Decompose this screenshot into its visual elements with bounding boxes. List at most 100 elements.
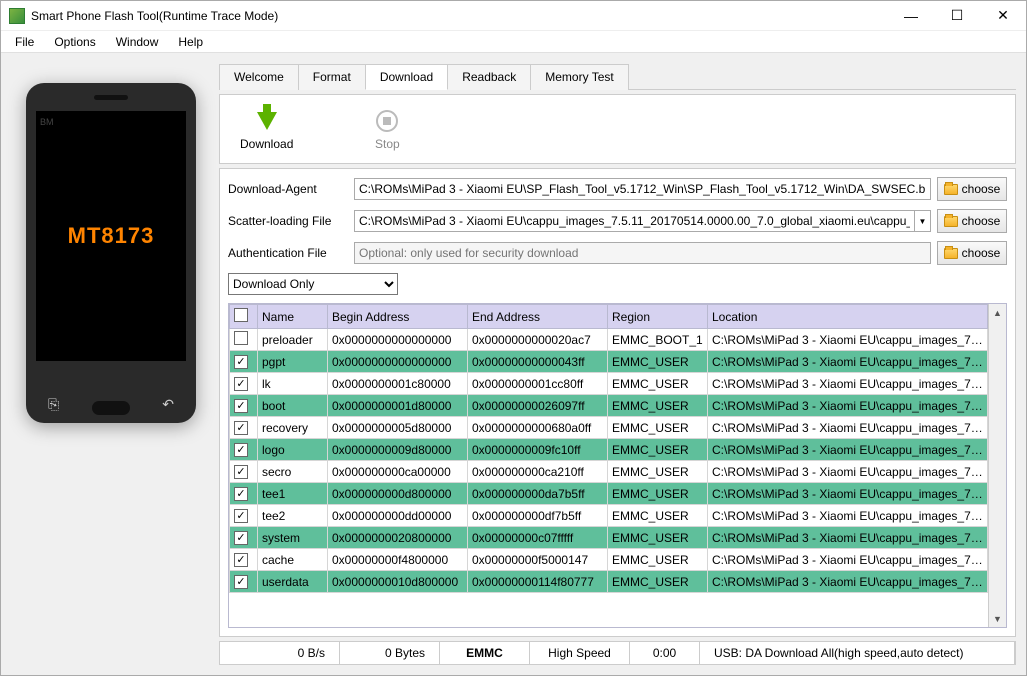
auth-input[interactable] <box>354 242 931 264</box>
row-checkbox[interactable] <box>234 443 248 457</box>
row-location: C:\ROMs\MiPad 3 - Xiaomi EU\cappu_images… <box>708 483 988 505</box>
row-name: cache <box>258 549 328 571</box>
tab-memory-test[interactable]: Memory Test <box>530 64 628 90</box>
row-check-cell[interactable] <box>230 483 258 505</box>
row-name: tee1 <box>258 483 328 505</box>
row-checkbox[interactable] <box>234 399 248 413</box>
table-row[interactable]: secro0x000000000ca000000x000000000ca210f… <box>230 461 988 483</box>
row-checkbox[interactable] <box>234 575 248 589</box>
tab-download[interactable]: Download <box>365 64 448 90</box>
row-end: 0x000000000df7b5ff <box>468 505 608 527</box>
table-row[interactable]: preloader0x00000000000000000x00000000000… <box>230 329 988 351</box>
table-row[interactable]: cache0x00000000f48000000x00000000f500014… <box>230 549 988 571</box>
row-begin: 0x0000000009d80000 <box>328 439 468 461</box>
table-row[interactable]: pgpt0x00000000000000000x00000000000043ff… <box>230 351 988 373</box>
main-pane: Welcome Format Download Readback Memory … <box>219 63 1016 665</box>
download-button[interactable]: Download <box>240 107 293 151</box>
row-checkbox[interactable] <box>234 553 248 567</box>
header-end[interactable]: End Address <box>468 305 608 329</box>
table-row[interactable]: tee20x000000000dd000000x000000000df7b5ff… <box>230 505 988 527</box>
row-region: EMMC_USER <box>608 439 708 461</box>
close-button[interactable]: ✕ <box>980 1 1026 31</box>
row-check-cell[interactable] <box>230 351 258 373</box>
scatter-choose-button[interactable]: choose <box>937 209 1007 233</box>
row-check-cell[interactable] <box>230 461 258 483</box>
table-row[interactable]: logo0x0000000009d800000x0000000009fc10ff… <box>230 439 988 461</box>
menu-help[interactable]: Help <box>168 33 213 51</box>
phone-mockup: BM MT8173 ⎘ ↶ <box>26 83 196 423</box>
header-name[interactable]: Name <box>258 305 328 329</box>
download-agent-label: Download-Agent <box>228 182 348 196</box>
vertical-scrollbar[interactable]: ▲ ▼ <box>988 304 1006 627</box>
tab-welcome[interactable]: Welcome <box>219 64 299 90</box>
partition-table: Name Begin Address End Address Region Lo… <box>229 304 988 593</box>
status-storage: EMMC <box>440 642 530 664</box>
row-location: C:\ROMs\MiPad 3 - Xiaomi EU\cappu_images… <box>708 351 988 373</box>
table-row[interactable]: tee10x000000000d8000000x000000000da7b5ff… <box>230 483 988 505</box>
download-agent-choose-button[interactable]: choose <box>937 177 1007 201</box>
status-connection: USB: DA Download All(high speed,auto det… <box>700 642 1015 664</box>
row-check-cell[interactable] <box>230 505 258 527</box>
header-begin[interactable]: Begin Address <box>328 305 468 329</box>
table-row[interactable]: userdata0x0000000010d8000000x00000000114… <box>230 571 988 593</box>
row-checkbox[interactable] <box>234 377 248 391</box>
row-region: EMMC_USER <box>608 527 708 549</box>
tab-format[interactable]: Format <box>298 64 366 90</box>
row-end: 0x00000000000043ff <box>468 351 608 373</box>
row-name: tee2 <box>258 505 328 527</box>
header-check[interactable] <box>230 305 258 329</box>
menu-file[interactable]: File <box>5 33 44 51</box>
row-checkbox[interactable] <box>234 509 248 523</box>
scroll-down-icon[interactable]: ▼ <box>989 610 1006 627</box>
scatter-input[interactable] <box>355 211 914 231</box>
stop-button[interactable]: Stop <box>373 107 401 151</box>
table-row[interactable]: boot0x0000000001d800000x00000000026097ff… <box>230 395 988 417</box>
row-begin: 0x00000000f4800000 <box>328 549 468 571</box>
choose-label: choose <box>962 214 1001 228</box>
tab-readback[interactable]: Readback <box>447 64 531 90</box>
minimize-button[interactable]: — <box>888 1 934 31</box>
download-mode-select[interactable]: Download Only <box>228 273 398 295</box>
row-begin: 0x000000000d800000 <box>328 483 468 505</box>
partition-table-wrap: Name Begin Address End Address Region Lo… <box>228 303 1007 628</box>
titlebar: Smart Phone Flash Tool(Runtime Trace Mod… <box>1 1 1026 31</box>
row-check-cell[interactable] <box>230 417 258 439</box>
download-label: Download <box>240 137 293 151</box>
row-checkbox[interactable] <box>234 531 248 545</box>
row-begin: 0x0000000020800000 <box>328 527 468 549</box>
row-checkbox[interactable] <box>234 355 248 369</box>
auth-choose-button[interactable]: choose <box>937 241 1007 265</box>
row-begin: 0x0000000000000000 <box>328 329 468 351</box>
row-check-cell[interactable] <box>230 329 258 351</box>
choose-label: choose <box>962 246 1001 260</box>
table-row[interactable]: system0x00000000208000000x00000000c07fff… <box>230 527 988 549</box>
menu-window[interactable]: Window <box>106 33 169 51</box>
scatter-file-row: Scatter-loading File ▼ choose <box>228 209 1007 233</box>
header-region[interactable]: Region <box>608 305 708 329</box>
row-checkbox[interactable] <box>234 331 248 345</box>
scroll-up-icon[interactable]: ▲ <box>989 304 1006 321</box>
status-bytes: 0 Bytes <box>340 642 440 664</box>
stop-label: Stop <box>375 137 400 151</box>
row-checkbox[interactable] <box>234 465 248 479</box>
row-check-cell[interactable] <box>230 373 258 395</box>
download-agent-row: Download-Agent choose <box>228 177 1007 201</box>
row-check-cell[interactable] <box>230 527 258 549</box>
header-location[interactable]: Location <box>708 305 988 329</box>
download-agent-input[interactable] <box>354 178 931 200</box>
select-all-checkbox[interactable] <box>234 308 248 322</box>
row-check-cell[interactable] <box>230 549 258 571</box>
row-check-cell[interactable] <box>230 571 258 593</box>
row-check-cell[interactable] <box>230 395 258 417</box>
scatter-dropdown-icon[interactable]: ▼ <box>914 211 930 231</box>
row-checkbox[interactable] <box>234 421 248 435</box>
status-rate: 0 B/s <box>220 642 340 664</box>
maximize-button[interactable]: ☐ <box>934 1 980 31</box>
table-row[interactable]: lk0x0000000001c800000x0000000001cc80ffEM… <box>230 373 988 395</box>
menu-options[interactable]: Options <box>44 33 105 51</box>
table-row[interactable]: recovery0x0000000005d800000x000000000068… <box>230 417 988 439</box>
phone-screen: MT8173 <box>36 111 186 361</box>
row-check-cell[interactable] <box>230 439 258 461</box>
partition-table-scroll[interactable]: Name Begin Address End Address Region Lo… <box>229 304 988 627</box>
row-checkbox[interactable] <box>234 487 248 501</box>
